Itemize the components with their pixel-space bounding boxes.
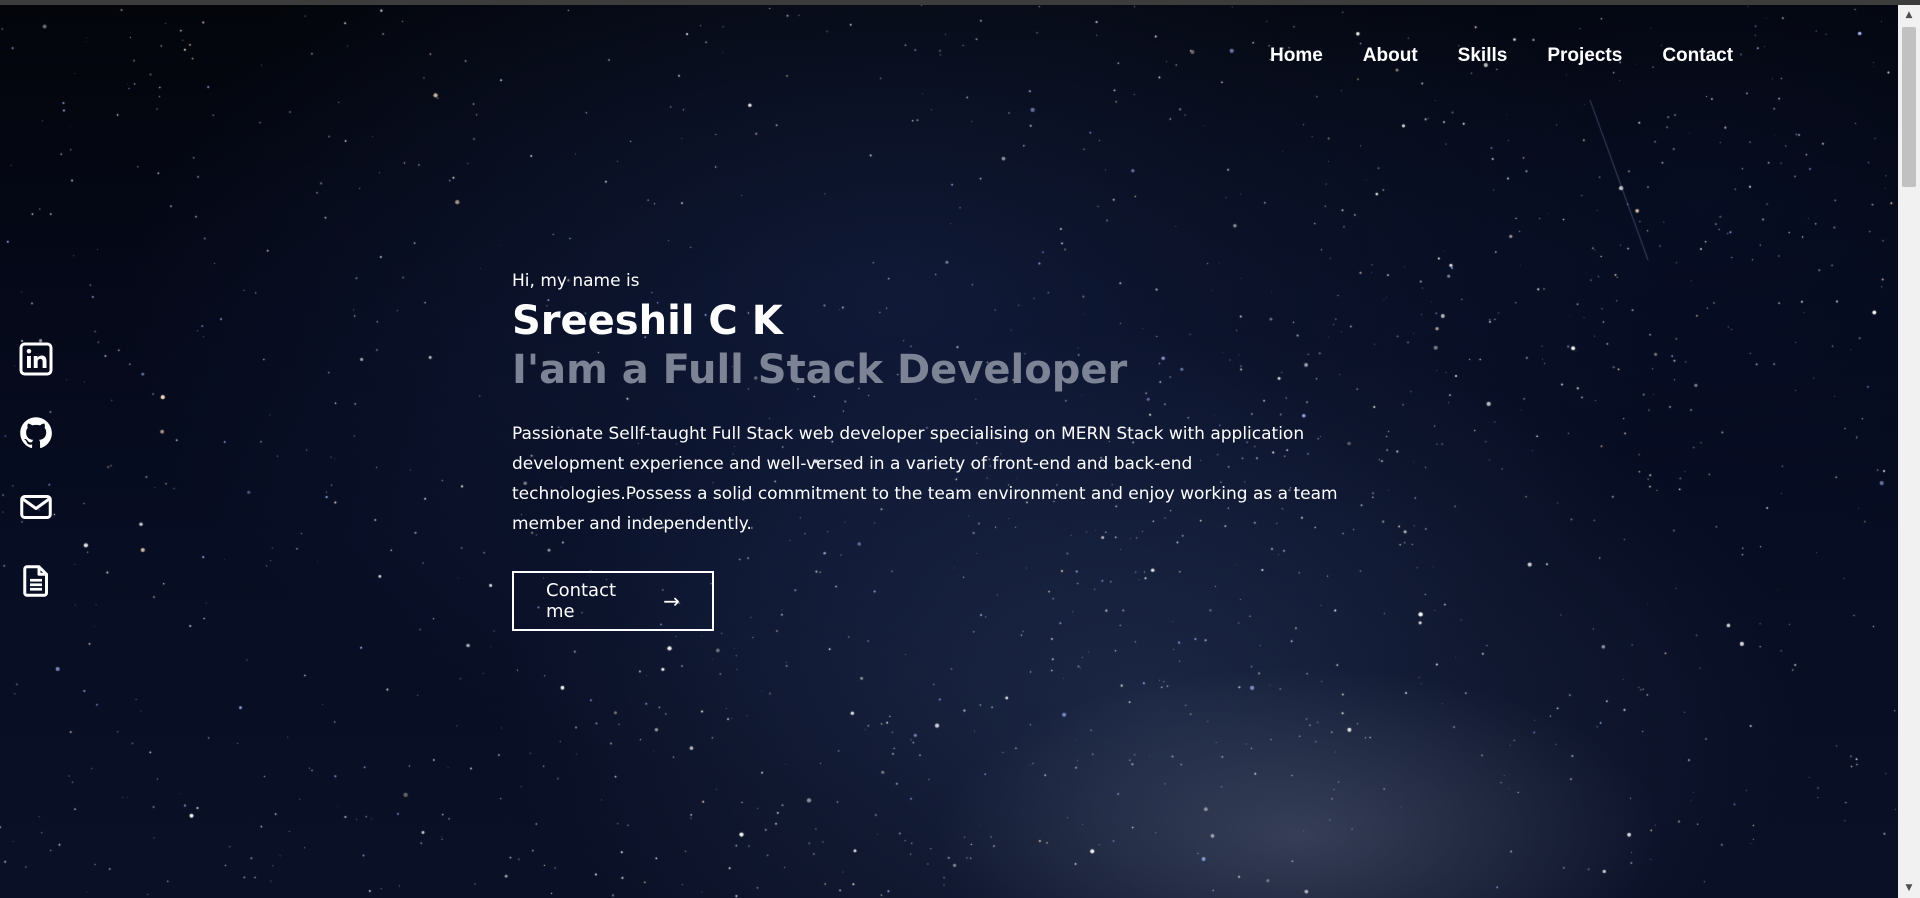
nav-skills[interactable]: Skills (1458, 45, 1508, 67)
nav-contact[interactable]: Contact (1662, 45, 1733, 67)
nav-about[interactable]: About (1363, 45, 1418, 67)
hero-content: Hi, my name is Sreeshil C K I'am a Full … (512, 271, 1392, 631)
scroll-up-icon[interactable]: ▲ (1898, 5, 1920, 25)
contact-me-label: Contact me (546, 580, 617, 622)
top-navigation: Home About Skills Projects Contact (1270, 45, 1733, 67)
nav-home[interactable]: Home (1270, 45, 1323, 67)
nav-projects[interactable]: Projects (1547, 45, 1622, 67)
developer-role: I'am a Full Stack Developer (512, 347, 1128, 393)
social-links (18, 341, 54, 599)
scrollbar-thumb[interactable] (1902, 27, 1916, 187)
contact-me-button[interactable]: Contact me → (512, 571, 714, 631)
scroll-down-icon[interactable]: ▼ (1898, 878, 1920, 898)
bio-paragraph: Passionate Sellf-taught Full Stack web d… (512, 424, 1338, 534)
linkedin-icon[interactable] (18, 341, 54, 377)
github-icon[interactable] (18, 415, 54, 451)
developer-name: Sreeshil C K (512, 298, 783, 344)
mail-icon[interactable] (18, 489, 54, 525)
arrow-right-icon: → (663, 589, 680, 613)
hero-section: Home About Skills Projects Contact Hi, m… (0, 5, 1898, 898)
document-icon[interactable] (18, 563, 54, 599)
greeting-text: Hi, my name is (512, 271, 640, 291)
page-scrollbar[interactable]: ▲ ▼ (1898, 5, 1920, 898)
